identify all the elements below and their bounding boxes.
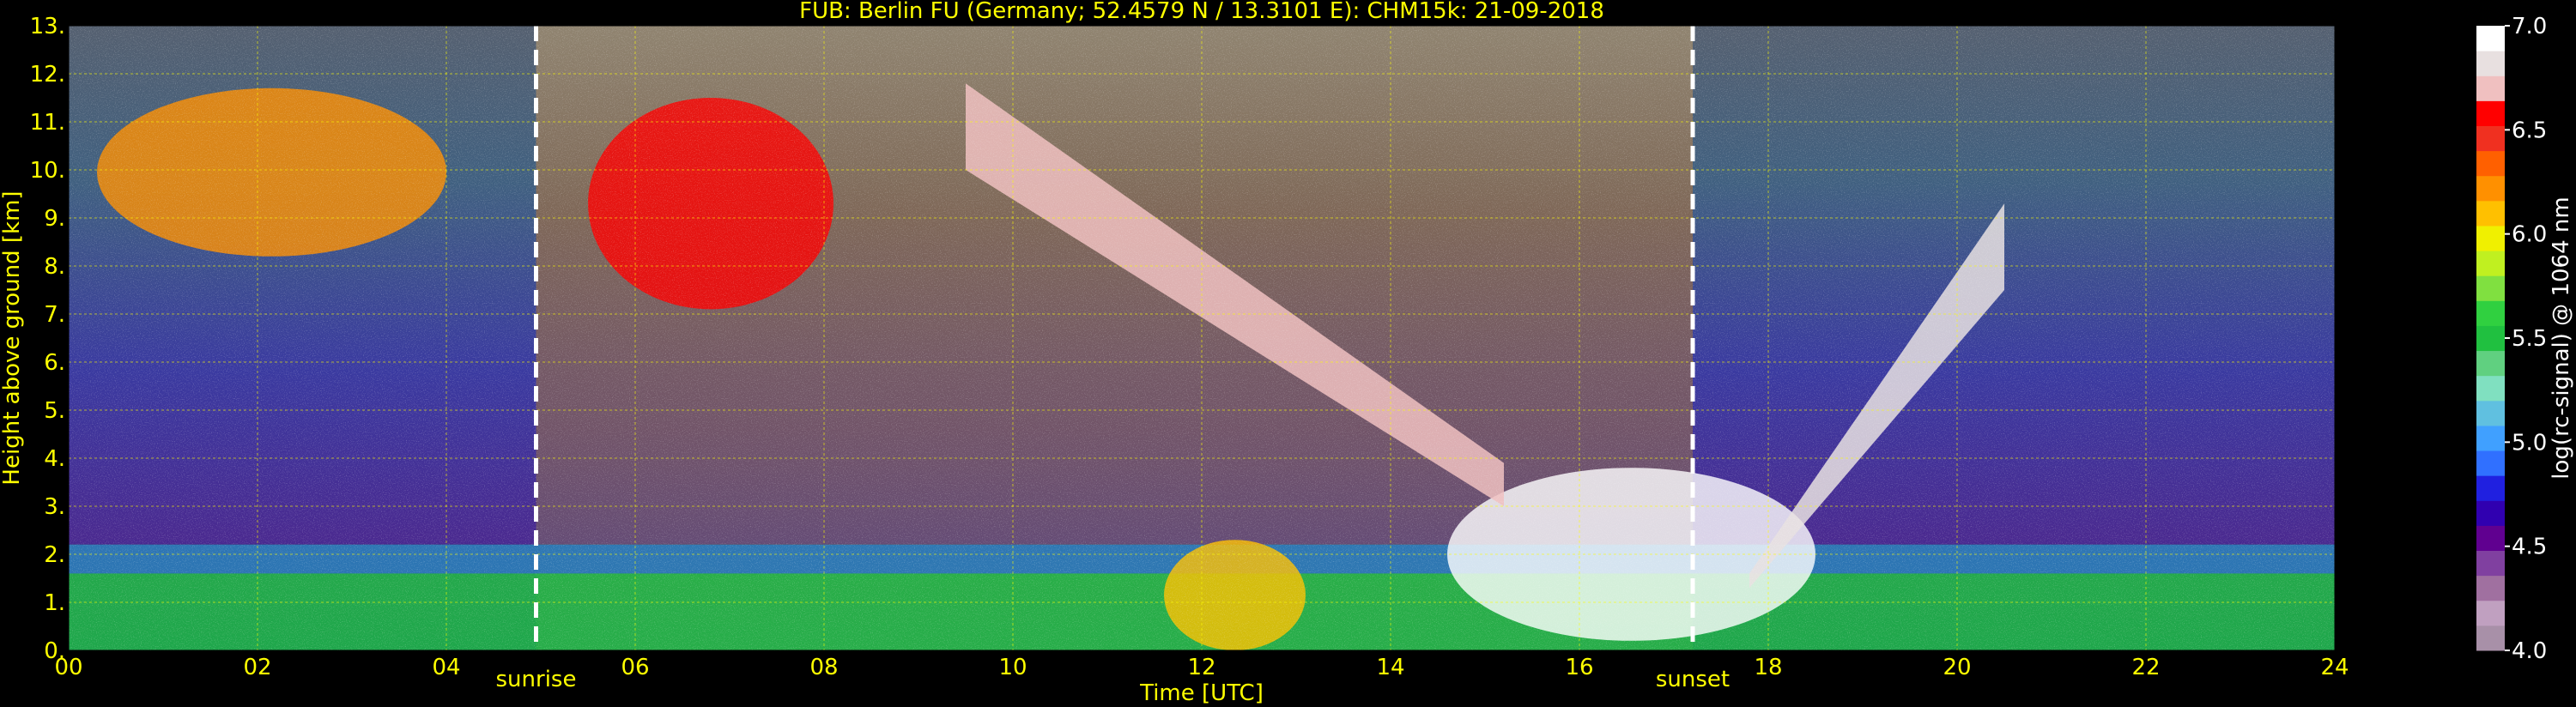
colorbar-segment xyxy=(2476,400,2505,426)
plot-area xyxy=(68,25,2336,651)
colorbar-segment xyxy=(2476,125,2505,152)
colorbar-tick-label: 4.0 xyxy=(2512,638,2547,664)
chart-title: FUB: Berlin FU (Germany; 52.4579 N / 13.… xyxy=(799,0,1604,24)
colorbar-segment xyxy=(2476,375,2505,402)
colorbar-segment xyxy=(2476,275,2505,301)
colorbar-label: log(rc-signal) @ 1064 nm xyxy=(2549,196,2574,479)
x-tick-label: 08 xyxy=(809,655,838,680)
colorbar-tick-label: 6.0 xyxy=(2512,222,2547,248)
colorbar-segment xyxy=(2476,625,2505,651)
colorbar-segment xyxy=(2476,225,2505,251)
x-tick-label: 20 xyxy=(1943,655,1971,680)
y-tick-labels: 0. 1. 2. 3. 4. 5. 6. 7. 8. 9. 10. 11. 12. 13. xyxy=(30,14,65,664)
sunrise-label: sunrise xyxy=(496,667,577,692)
x-tick-label: 06 xyxy=(621,655,649,680)
marker-labels: sunrise sunset xyxy=(496,667,1730,692)
y-axis-label: Height above ground [km] xyxy=(0,190,25,485)
colorbar-tick-label: 4.5 xyxy=(2512,535,2547,560)
y-tick-label: 3. xyxy=(44,494,65,520)
colorbar-segment xyxy=(2476,26,2505,51)
y-tick-label: 5. xyxy=(44,398,65,424)
colorbar-segment xyxy=(2476,300,2505,326)
colorbar-tick-label: 5.5 xyxy=(2512,326,2547,352)
colorbar-segment xyxy=(2476,251,2505,276)
colorbar-segment xyxy=(2476,51,2505,76)
x-tick-label: 22 xyxy=(2131,655,2160,680)
colorbar-segment xyxy=(2476,600,2505,626)
y-tick-label: 10. xyxy=(30,158,65,184)
y-tick-label: 11. xyxy=(30,110,65,136)
colorbar-segment xyxy=(2476,325,2505,352)
colorbar-segment xyxy=(2476,525,2505,552)
y-tick-label: 1. xyxy=(44,590,65,616)
colorbar-segment xyxy=(2476,76,2505,101)
colorbar-segment xyxy=(2476,475,2505,501)
colorbar-segment xyxy=(2476,175,2505,202)
x-tick-label: 14 xyxy=(1376,655,1404,680)
x-tick-label: 18 xyxy=(1754,655,1782,680)
y-tick-label: 6. xyxy=(44,350,65,376)
y-tick-label: 13. xyxy=(30,14,65,39)
colorbar-tick-label: 7.0 xyxy=(2512,14,2547,39)
y-tick-label: 9. xyxy=(44,206,65,232)
x-tick-label: 24 xyxy=(2320,655,2349,680)
colorbar-segment xyxy=(2476,100,2505,126)
sunset-label: sunset xyxy=(1656,667,1730,692)
y-tick-label: 0. xyxy=(44,638,65,664)
colorbar-segment xyxy=(2476,500,2505,526)
colorbar-tick-label: 5.0 xyxy=(2512,430,2547,456)
y-tick-label: 4. xyxy=(44,446,65,472)
y-tick-label: 7. xyxy=(44,302,65,328)
x-tick-label: 10 xyxy=(998,655,1027,680)
colorbar-segment xyxy=(2476,150,2505,177)
y-tick-label: 12. xyxy=(30,62,65,88)
x-tick-label: 12 xyxy=(1187,655,1215,680)
x-tick-labels: 00 02 04 06 08 10 12 14 16 18 20 22 24 xyxy=(54,655,2349,680)
colorbar: 4.0 4.5 5.0 5.5 6.0 6.5 7.0 xyxy=(2476,14,2547,664)
x-axis-label: Time [UTC] xyxy=(1139,680,1264,706)
x-tick-label: 02 xyxy=(243,655,271,680)
colorbar-segment xyxy=(2476,450,2505,476)
lidar-chart: FUB: Berlin FU (Germany; 52.4579 N / 13.… xyxy=(0,0,2574,706)
x-tick-label: 16 xyxy=(1565,655,1593,680)
colorbar-segment xyxy=(2476,200,2505,227)
colorbar-segment xyxy=(2476,425,2505,451)
x-tick-label: 04 xyxy=(432,655,460,680)
colorbar-tick-label: 6.5 xyxy=(2512,118,2547,143)
colorbar-segment xyxy=(2476,550,2505,577)
y-tick-label: 8. xyxy=(44,254,65,280)
colorbar-segment xyxy=(2476,575,2505,601)
colorbar-segment xyxy=(2476,350,2505,377)
y-tick-label: 2. xyxy=(44,542,65,568)
